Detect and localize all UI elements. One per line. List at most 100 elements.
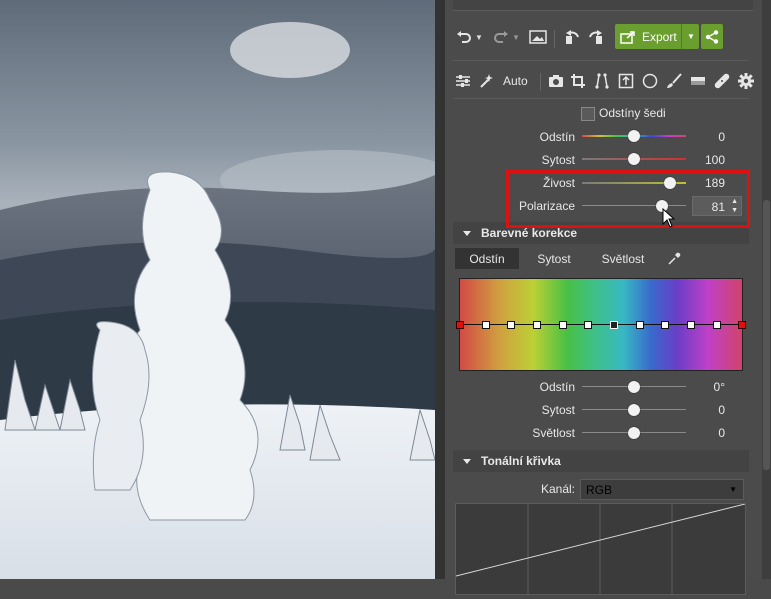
grayscale-checkbox[interactable] xyxy=(581,107,595,121)
curve-point[interactable] xyxy=(738,321,746,329)
tab-lightness[interactable]: Světlost xyxy=(593,248,653,269)
photo-canvas[interactable] xyxy=(0,0,435,579)
chevron-down-icon: ▼ xyxy=(729,485,737,494)
toolbar-separator xyxy=(540,73,541,91)
perspective-button[interactable] xyxy=(591,70,613,92)
eyedropper-icon xyxy=(667,252,681,266)
cc-hue-label: Odstín xyxy=(539,380,575,394)
tone-curve-title: Tonální křivka xyxy=(481,454,561,468)
undo-button[interactable]: ▼ xyxy=(453,26,483,48)
crop-icon xyxy=(567,70,589,92)
hue-slider-thumb[interactable] xyxy=(628,130,640,142)
undo-dropdown-icon[interactable]: ▼ xyxy=(475,33,483,42)
rotate-right-button[interactable] xyxy=(584,26,606,48)
circle-icon xyxy=(639,70,661,92)
camera-button[interactable] xyxy=(545,70,567,92)
tab-saturation[interactable]: Sytost xyxy=(525,248,583,269)
grayscale-label: Odstíny šedi xyxy=(599,106,666,120)
curve-point[interactable] xyxy=(558,321,567,329)
cc-saturation-slider-thumb[interactable] xyxy=(628,404,640,416)
gradient-filter-button[interactable] xyxy=(687,70,709,92)
collapse-triangle-icon xyxy=(463,230,471,236)
straighten-button[interactable] xyxy=(615,70,637,92)
tone-curve-graph[interactable] xyxy=(455,503,746,595)
export-label: Export xyxy=(642,29,677,44)
brush-button[interactable] xyxy=(663,70,685,92)
curve-point[interactable] xyxy=(661,321,670,329)
bandage-icon xyxy=(711,70,733,92)
polarization-spinbox[interactable]: 81 ▲ ▼ xyxy=(692,196,742,216)
saturation-label: Sytost xyxy=(541,153,575,167)
camera-icon xyxy=(545,70,567,92)
tab-hue[interactable]: Odstín xyxy=(455,248,519,269)
healing-button[interactable] xyxy=(711,70,733,92)
panel-top-strip xyxy=(453,0,753,11)
tone-curve-header[interactable]: Tonální křivka xyxy=(453,450,749,472)
crop-button[interactable] xyxy=(567,70,589,92)
cc-saturation-label: Sytost xyxy=(541,403,575,417)
eyedropper-button[interactable] xyxy=(663,248,685,269)
gradient-icon xyxy=(687,70,709,92)
curve-point[interactable] xyxy=(584,321,593,329)
curve-point[interactable] xyxy=(532,321,541,329)
rotate-left-button[interactable] xyxy=(562,26,584,48)
panel-divider[interactable] xyxy=(435,0,445,579)
perspective-icon xyxy=(591,70,613,92)
auto-label: Auto xyxy=(503,74,528,88)
tone-curve-grid xyxy=(455,503,746,594)
export-dropdown[interactable]: ▼ xyxy=(681,24,700,49)
redo-icon xyxy=(490,26,512,48)
auto-button[interactable]: Auto xyxy=(475,70,528,92)
scrollbar-thumb[interactable] xyxy=(763,200,770,470)
channel-label: Kanál: xyxy=(540,482,575,496)
saturation-value: 100 xyxy=(704,153,725,167)
redo-dropdown-icon[interactable]: ▼ xyxy=(512,33,520,42)
magic-wand-icon xyxy=(475,70,497,92)
color-correction-title: Barevné korekce xyxy=(481,226,578,240)
cc-lightness-slider[interactable] xyxy=(582,427,686,439)
toolbar-divider xyxy=(453,60,749,61)
spin-arrows-icon[interactable]: ▲ ▼ xyxy=(731,197,738,215)
sliders-icon xyxy=(452,70,474,92)
straighten-icon xyxy=(615,70,637,92)
cc-lightness-value: 0 xyxy=(718,426,725,440)
collapse-triangle-icon xyxy=(463,458,471,464)
compare-button[interactable] xyxy=(527,26,549,48)
polarization-value: 81 xyxy=(711,200,725,214)
curve-point[interactable] xyxy=(456,321,464,329)
toolbar-separator xyxy=(554,30,555,48)
share-button[interactable] xyxy=(701,24,723,49)
brush-icon xyxy=(663,70,685,92)
undo-icon xyxy=(453,26,475,48)
panel-scrollbar[interactable] xyxy=(762,0,771,579)
hue-label: Odstín xyxy=(539,130,575,144)
saturation-slider[interactable] xyxy=(582,153,686,165)
gear-icon xyxy=(735,70,757,92)
cc-hue-value: 0° xyxy=(713,380,725,394)
redo-button[interactable]: ▼ xyxy=(490,26,520,48)
rotate-right-icon xyxy=(584,26,606,48)
saturation-slider-thumb[interactable] xyxy=(628,153,640,165)
curve-point[interactable] xyxy=(481,321,490,329)
curve-point-selected[interactable] xyxy=(609,321,618,329)
hue-value: 0 xyxy=(718,130,725,144)
cc-hue-slider-thumb[interactable] xyxy=(628,381,640,393)
cc-lightness-slider-thumb[interactable] xyxy=(628,427,640,439)
curve-point[interactable] xyxy=(635,321,644,329)
settings-button[interactable] xyxy=(735,70,757,92)
radial-filter-button[interactable] xyxy=(639,70,661,92)
cc-lightness-label: Světlost xyxy=(532,426,575,440)
toolbar-divider xyxy=(453,98,749,99)
hue-slider[interactable] xyxy=(582,130,686,142)
curve-point[interactable] xyxy=(686,321,695,329)
cc-hue-slider[interactable] xyxy=(582,381,686,393)
adjust-sliders-button[interactable] xyxy=(452,70,474,92)
share-icon xyxy=(705,29,719,44)
curve-point[interactable] xyxy=(712,321,721,329)
photo-image xyxy=(0,0,435,579)
channel-select[interactable]: RGB ▼ xyxy=(580,479,744,500)
cc-saturation-slider[interactable] xyxy=(582,404,686,416)
curve-point[interactable] xyxy=(507,321,516,329)
hue-curve-editor[interactable] xyxy=(456,278,746,371)
cc-saturation-value: 0 xyxy=(718,403,725,417)
